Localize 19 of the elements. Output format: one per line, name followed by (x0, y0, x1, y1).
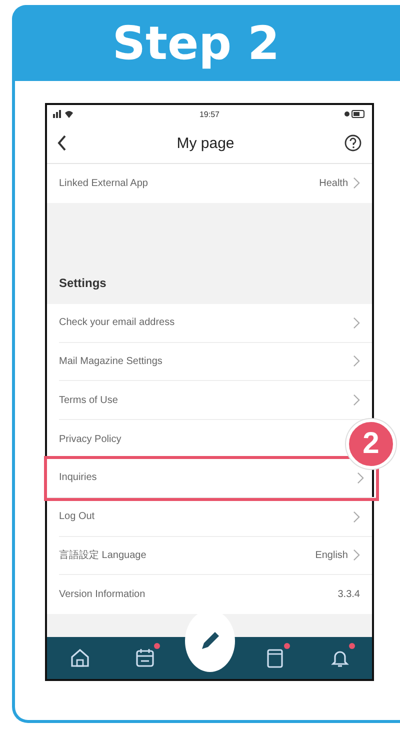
settings-row[interactable]: 言語設定 Language English (59, 536, 372, 576)
settings-row[interactable]: Terms of Use (59, 381, 372, 420)
step-title: Step 2 (112, 16, 280, 70)
settings-row[interactable]: Check your email address (59, 304, 372, 343)
status-time: 19:57 (199, 110, 220, 118)
battery-icon (344, 110, 366, 118)
settings-row[interactable]: Log Out (59, 498, 372, 537)
page-title: My page (176, 134, 234, 152)
help-icon[interactable] (344, 134, 362, 152)
home-icon[interactable] (68, 647, 90, 669)
settings-row[interactable]: Mail Magazine Settings (59, 342, 372, 382)
settings-row[interactable]: Version Information 3.3.4 (59, 575, 372, 614)
step-number-tooltip: 2 (346, 419, 396, 469)
settings-row[interactable]: Inquiries (47, 458, 376, 498)
section-header: Settings (58, 275, 108, 292)
calendar-icon[interactable] (134, 647, 156, 669)
signal-icon (53, 110, 75, 118)
chevron-icon (353, 177, 360, 190)
back-icon[interactable] (57, 135, 67, 151)
